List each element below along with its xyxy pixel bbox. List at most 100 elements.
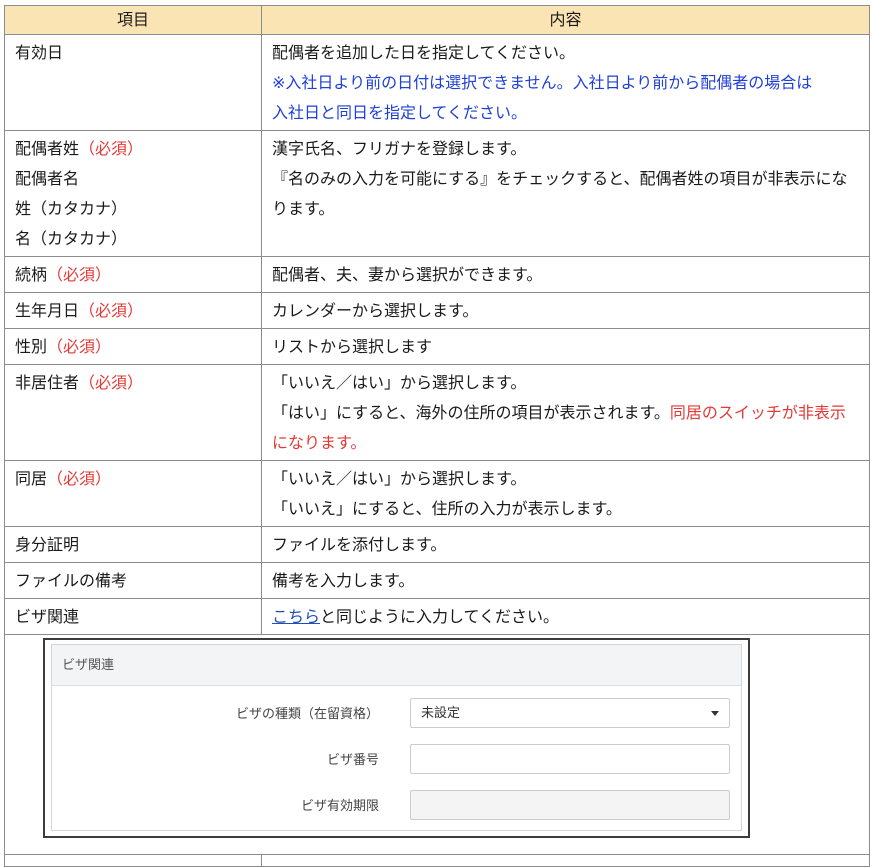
- item-line: ファイルの備考: [15, 566, 251, 596]
- item-label: 同居: [15, 469, 48, 488]
- content-text: 『名のみの入力を可能にする』をチェックすると、配偶者姓の項目が非表示にな: [272, 169, 848, 188]
- content-line: 配偶者を追加した日を指定してください。: [272, 38, 859, 68]
- item-label: ファイルの備考: [15, 571, 128, 590]
- content-text: 備考を入力します。: [272, 571, 415, 590]
- required-marker: （必須）: [47, 469, 112, 488]
- item-label: 非居住者: [15, 373, 80, 392]
- content-text: 入社日と同日を指定してください。: [272, 103, 528, 122]
- item-label: 性別: [15, 337, 48, 356]
- content-line: 「いいえ／はい」から選択します。: [272, 368, 859, 398]
- table-row: ファイルの備考 備考を入力します。: [4, 562, 870, 599]
- required-marker: （必須）: [79, 139, 144, 158]
- item-line: 同居（必須）: [15, 464, 251, 494]
- content-line: 『名のみの入力を可能にする』をチェックすると、配偶者姓の項目が非表示にな: [272, 164, 859, 194]
- header-content: 内容: [261, 5, 870, 35]
- reference-link[interactable]: こちら: [272, 607, 320, 626]
- item-cell: 生年月日（必須）: [4, 292, 262, 329]
- visa-form-frame: ビザ関連 ビザの種類（在留資格） 未設定 ビザ番号 ビザ有効期限: [51, 644, 742, 831]
- visa-form-header: ビザ関連: [52, 645, 741, 686]
- item-label: 身分証明: [15, 535, 80, 554]
- table-header-row: 項目 内容: [4, 5, 870, 35]
- visa-type-label: ビザの種類（在留資格）: [235, 706, 379, 721]
- item-cell: 同居（必須）: [4, 460, 262, 527]
- content-text: 「はい」にすると、海外の住所の項目が表示されます。: [272, 403, 670, 422]
- visa-type-row: ビザの種類（在留資格） 未設定: [52, 697, 741, 731]
- item-label: 配偶者姓: [15, 139, 80, 158]
- item-cell: 有効日: [4, 34, 262, 131]
- empty-cell: [261, 854, 870, 867]
- content-line: リストから選択します: [272, 332, 859, 362]
- item-line: 有効日: [15, 38, 251, 68]
- visa-number-input[interactable]: [410, 744, 730, 774]
- visa-expiry-label: ビザ有効期限: [300, 798, 379, 813]
- item-line: 身分証明: [15, 530, 251, 560]
- required-marker: （必須）: [47, 265, 112, 284]
- spouse-field-spec-table: 項目 内容 有効日 配偶者を追加した日を指定してください。 ※入社日より前の日付は選…: [4, 5, 870, 867]
- table-row: 配偶者姓（必須） 配偶者名姓（カタカナ） 名（カタカナ） 漢字氏名、フリガナを登録しま…: [4, 130, 870, 257]
- visa-number-label: ビザ番号: [326, 752, 379, 767]
- visa-form-screenshot: ビザ関連 ビザの種類（在留資格） 未設定 ビザ番号 ビザ有効期限: [43, 638, 750, 838]
- content-line: ります。: [272, 194, 859, 224]
- content-cell: 配偶者を追加した日を指定してください。 ※入社日より前の日付は選択できません。入社…: [261, 34, 870, 131]
- content-line: 「いいえ」にすると、住所の入力が表示します。: [272, 494, 859, 524]
- content-text: ります。: [272, 199, 335, 218]
- item-line: 配偶者名: [15, 164, 251, 194]
- item-line: 続柄（必須）: [15, 260, 251, 290]
- content-text: リストから選択します: [272, 337, 433, 356]
- screenshot-cell: ビザ関連 ビザの種類（在留資格） 未設定 ビザ番号 ビザ有効期限: [4, 634, 870, 855]
- item-label: ビザ関連: [15, 607, 80, 626]
- item-cell: 配偶者姓（必須） 配偶者名姓（カタカナ） 名（カタカナ）: [4, 130, 262, 257]
- item-cell: 続柄（必須）: [4, 256, 262, 293]
- content-text: カレンダーから選択します。: [272, 301, 479, 320]
- item-line: 非居住者（必須）: [15, 368, 251, 398]
- item-line: 配偶者姓（必須）: [15, 134, 251, 164]
- visa-expiry-input[interactable]: [410, 790, 730, 820]
- item-label: 姓（カタカナ）: [15, 199, 128, 218]
- content-line: 入社日と同日を指定してください。: [272, 98, 859, 128]
- item-line: 名（カタカナ）: [15, 224, 251, 254]
- content-text: と同じように入力してください。: [320, 607, 560, 626]
- item-line: 性別（必須）: [15, 332, 251, 362]
- visa-type-value: 未設定: [421, 705, 461, 720]
- content-cell: 備考を入力します。: [261, 562, 870, 599]
- content-text: になります。: [272, 433, 367, 452]
- content-line: 「はい」にすると、海外の住所の項目が表示されます。同居のスイッチが非表示: [272, 398, 859, 428]
- content-cell: リストから選択します: [261, 328, 870, 365]
- table-row: 続柄（必須） 配偶者、夫、妻から選択ができます。: [4, 256, 870, 293]
- item-label: 名（カタカナ）: [15, 229, 128, 248]
- content-line: 漢字氏名、フリガナを登録します。: [272, 134, 859, 164]
- content-text: 「いいえ」にすると、住所の入力が表示します。: [272, 499, 622, 518]
- item-label: 生年月日: [15, 301, 80, 320]
- item-cell: 性別（必須）: [4, 328, 262, 365]
- table-row: 非居住者（必須） 「いいえ／はい」から選択します。「はい」にすると、海外の住所の項…: [4, 364, 870, 461]
- content-cell: ファイルを添付します。: [261, 526, 870, 563]
- content-cell: 漢字氏名、フリガナを登録します。『名のみの入力を可能にする』をチェックすると、配…: [261, 130, 870, 257]
- content-cell: カレンダーから選択します。: [261, 292, 870, 329]
- empty-cell: [4, 854, 262, 867]
- content-text: 「いいえ／はい」から選択します。: [272, 373, 527, 392]
- content-cell: こちらと同じように入力してください。: [261, 598, 870, 635]
- content-line: カレンダーから選択します。: [272, 296, 859, 326]
- item-cell: 身分証明: [4, 526, 262, 563]
- required-marker: （必須）: [79, 373, 144, 392]
- header-item: 項目: [4, 5, 262, 35]
- content-cell: 配偶者、夫、妻から選択ができます。: [261, 256, 870, 293]
- content-text: 「いいえ／はい」から選択します。: [272, 469, 527, 488]
- table-row: 身分証明 ファイルを添付します。: [4, 526, 870, 563]
- content-text: ファイルを添付します。: [272, 535, 447, 554]
- table-row-visa: ビザ関連 こちらと同じように入力してください。: [4, 598, 870, 635]
- required-marker: （必須）: [79, 301, 144, 320]
- item-label: 続柄: [15, 265, 48, 284]
- table-row: 有効日 配偶者を追加した日を指定してください。 ※入社日より前の日付は選択できません…: [4, 34, 870, 131]
- item-label: 有効日: [15, 43, 64, 62]
- content-line: 配偶者、夫、妻から選択ができます。: [272, 260, 859, 290]
- content-cell: 「いいえ／はい」から選択します。「いいえ」にすると、住所の入力が表示します。: [261, 460, 870, 527]
- content-line: 備考を入力します。: [272, 566, 859, 596]
- content-line: になります。: [272, 428, 859, 458]
- visa-type-select[interactable]: 未設定: [410, 698, 730, 728]
- table-body: 有効日 配偶者を追加した日を指定してください。 ※入社日より前の日付は選択できません…: [4, 34, 870, 867]
- item-label: 配偶者名: [15, 169, 80, 188]
- content-text: 配偶者を追加した日を指定してください。: [272, 43, 576, 62]
- content-line: ファイルを添付します。: [272, 530, 859, 560]
- table-row-visa-screenshot: ビザ関連 ビザの種類（在留資格） 未設定 ビザ番号 ビザ有効期限: [4, 634, 870, 855]
